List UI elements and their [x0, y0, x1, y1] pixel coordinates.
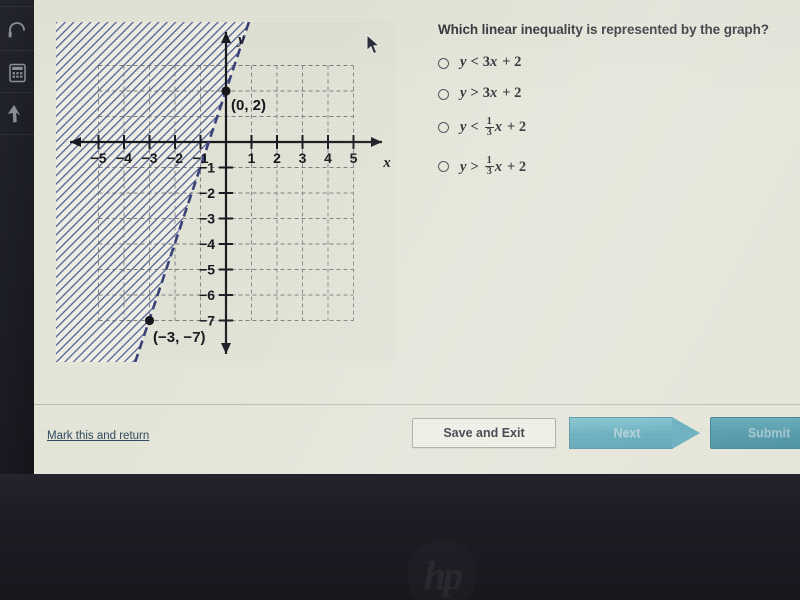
svg-text:−1: −1 — [199, 160, 215, 176]
toolbar-separator — [0, 134, 34, 135]
toolbar-separator — [0, 50, 34, 51]
answer-option-d[interactable]: y > 1 3 x + 2 — [438, 156, 788, 177]
answer-d-operator: > — [470, 158, 479, 175]
answer-c-tail: + 2 — [506, 119, 527, 136]
calculator-icon[interactable] — [2, 56, 32, 90]
answer-c-denominator: 3 — [484, 127, 494, 139]
laptop-screen: −5 −4 −3 −2 −1 1 2 3 4 5 −1 −2 −3 −4 −5 … — [34, 0, 800, 474]
svg-text:−3: −3 — [199, 211, 215, 227]
svg-text:−4: −4 — [199, 236, 215, 252]
toolbar-separator — [0, 6, 34, 7]
svg-text:−3: −3 — [142, 150, 158, 166]
answer-a-tail: + 2 — [502, 53, 522, 70]
answer-option-b[interactable]: y > 3 x + 2 — [438, 86, 788, 106]
svg-text:−2: −2 — [167, 150, 183, 166]
next-button[interactable]: Next — [569, 417, 701, 449]
svg-text:−4: −4 — [116, 150, 132, 166]
question-panel: Which linear inequality is represented b… — [438, 22, 788, 189]
svg-text:4: 4 — [324, 150, 332, 166]
answer-c-fraction: 1 3 — [484, 115, 494, 139]
answer-label-a: y < 3 x + 2 — [460, 55, 521, 70]
answer-b-variable: x — [489, 84, 498, 101]
submit-button[interactable]: Submit — [710, 417, 800, 449]
answer-options: y < 3 x + 2 y > 3 x + 2 y < 1 3 x + 2 y … — [438, 55, 788, 178]
svg-text:3: 3 — [299, 150, 307, 166]
svg-text:5: 5 — [350, 150, 358, 166]
toolbar-divider — [34, 404, 800, 405]
answer-d-fraction: 1 3 — [484, 155, 494, 178]
x-axis-label: x — [382, 155, 391, 171]
annotation-point-b: (−3, −7) — [153, 329, 206, 346]
svg-text:2: 2 — [273, 150, 281, 166]
answer-option-a[interactable]: y < 3 x + 2 — [438, 55, 788, 75]
svg-text:−5: −5 — [199, 262, 215, 278]
answer-c-variable: x — [494, 119, 502, 136]
answer-b-tail: + 2 — [502, 84, 522, 101]
question-prompt: Which linear inequality is represented b… — [438, 22, 769, 37]
inequality-graph: −5 −4 −3 −2 −1 1 2 3 4 5 −1 −2 −3 −4 −5 … — [56, 22, 396, 362]
mouse-cursor — [366, 33, 381, 61]
answer-option-c[interactable]: y < 1 3 x + 2 — [438, 115, 788, 139]
answer-b-operator: > — [470, 84, 479, 101]
point-neg3-neg7 — [144, 315, 155, 326]
answer-a-lhs: y — [460, 53, 467, 70]
point-0-2 — [221, 86, 231, 96]
answer-b-lhs: y — [460, 84, 467, 101]
answer-a-operator: < — [470, 53, 479, 70]
answer-d-lhs: y — [460, 158, 467, 175]
radio-button-d[interactable] — [438, 161, 449, 173]
y-axis-label: y — [236, 32, 245, 48]
svg-text:−2: −2 — [199, 185, 215, 201]
svg-text:−6: −6 — [199, 287, 215, 303]
save-and-exit-button[interactable]: Save and Exit — [412, 418, 556, 448]
graph-svg: −5 −4 −3 −2 −1 1 2 3 4 5 −1 −2 −3 −4 −5 … — [56, 22, 396, 362]
answer-b-coefficient: 3 — [482, 84, 490, 101]
pointer-arrow-icon[interactable] — [2, 98, 32, 132]
answer-d-denominator: 3 — [484, 166, 494, 178]
answer-label-b: y > 3 x + 2 — [460, 86, 521, 101]
answer-a-coefficient: 3 — [482, 53, 490, 70]
svg-text:1: 1 — [248, 150, 256, 166]
answer-c-operator: < — [470, 119, 479, 136]
answer-d-numerator: 1 — [486, 155, 492, 167]
answer-d-tail: + 2 — [506, 158, 527, 175]
svg-text:−7: −7 — [199, 313, 215, 329]
annotation-point-a: (0, 2) — [231, 97, 266, 114]
answer-label-c: y < 1 3 x + 2 — [460, 115, 527, 139]
answer-c-numerator: 1 — [486, 115, 492, 127]
answer-c-lhs: y — [460, 119, 467, 136]
laptop-bottom-bezel — [0, 474, 800, 600]
svg-text:−5: −5 — [91, 150, 107, 166]
next-button-label: Next — [613, 426, 641, 440]
radio-button-a[interactable] — [438, 57, 449, 69]
radio-button-b[interactable] — [438, 88, 449, 100]
mark-this-and-return-link[interactable]: Mark this and return — [47, 430, 149, 442]
answer-d-variable: x — [494, 158, 502, 175]
answer-label-d: y > 1 3 x + 2 — [460, 155, 527, 178]
arc-tool-icon[interactable] — [2, 12, 32, 46]
radio-button-c[interactable] — [438, 121, 449, 133]
quiz-page: −5 −4 −3 −2 −1 1 2 3 4 5 −1 −2 −3 −4 −5 … — [34, 0, 800, 474]
answer-a-variable: x — [489, 53, 498, 70]
toolbar-separator — [0, 92, 34, 93]
laptop-photo-screenshot: hp −5 −4 −3 −2 −1 1 2 3 4 5 −1 −2 −3 −4 … — [0, 0, 800, 600]
